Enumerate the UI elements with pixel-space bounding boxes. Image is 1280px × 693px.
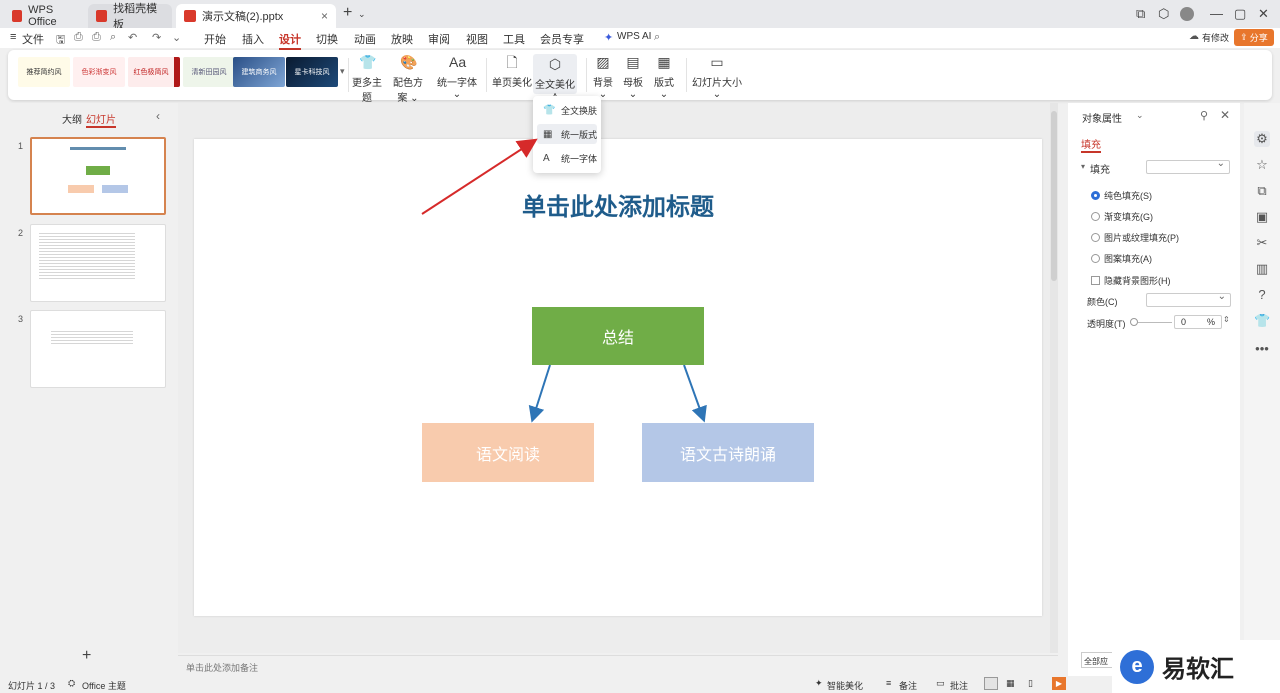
watermark-text: 易软汇 <box>1162 656 1234 683</box>
red-arrow-annotation <box>421 138 538 215</box>
annotation-layer <box>421 138 538 215</box>
watermark-logo-icon: e <box>1120 649 1154 684</box>
watermark: e 易软汇 <box>1112 640 1280 693</box>
